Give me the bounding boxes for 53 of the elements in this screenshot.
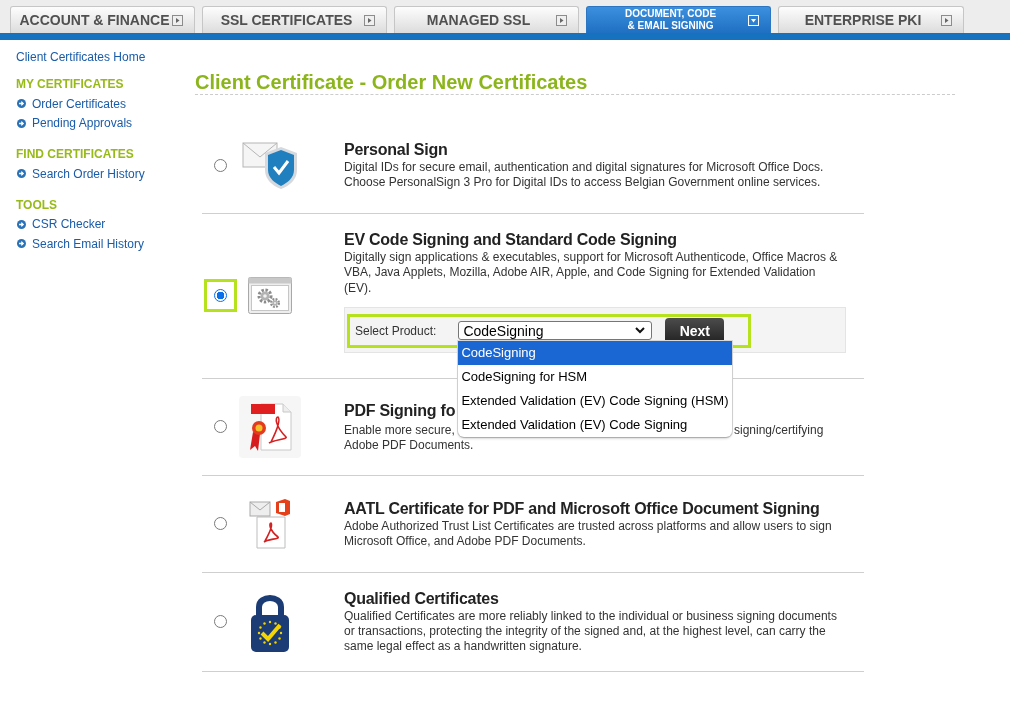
nav-tab[interactable]: DOCUMENT, CODE & EMAIL SIGNING bbox=[586, 6, 771, 33]
radio-button[interactable] bbox=[213, 615, 227, 629]
gear-window-icon bbox=[248, 277, 292, 315]
product-title: AATL Certificate for PDF and Microsoft Office Document Signing bbox=[344, 498, 820, 518]
arrow-circle-icon bbox=[17, 169, 26, 179]
product-title: Personal Sign bbox=[344, 139, 448, 159]
section-heading: MY CERTIFICATES bbox=[16, 76, 124, 93]
product-description: signing/certifying bbox=[734, 422, 824, 438]
envelope-shield-icon bbox=[242, 140, 298, 190]
caret-icon bbox=[172, 14, 183, 26]
product-title: EV Code Signing and Standard Code Signing bbox=[344, 230, 677, 249]
nav-tab[interactable]: SSL CERTIFICATES bbox=[202, 6, 387, 33]
chevron-down-icon bbox=[635, 327, 646, 335]
product-title: Qualified Certificates bbox=[344, 588, 499, 608]
select-label: Select Product: bbox=[355, 323, 437, 338]
radio-button[interactable] bbox=[213, 517, 227, 531]
dropdown-option[interactable]: CodeSigning bbox=[458, 341, 732, 366]
dropdown-option[interactable]: CodeSigning for HSM bbox=[458, 365, 732, 390]
nav-tab[interactable]: MANAGED SSL bbox=[394, 6, 579, 33]
caret-icon bbox=[556, 14, 567, 26]
sidebar-link[interactable]: CSR Checker bbox=[32, 217, 106, 232]
caret-icon bbox=[364, 14, 375, 26]
arrow-circle-icon bbox=[17, 99, 26, 109]
sidebar-link[interactable]: Client Certificates Home bbox=[16, 48, 146, 67]
caret-icon bbox=[941, 14, 952, 26]
arrow-circle-icon bbox=[17, 239, 26, 249]
radio-button[interactable] bbox=[213, 420, 227, 434]
page-title: Client Certificate - Order New Certificates bbox=[195, 70, 588, 94]
dropdown-option[interactable]: Extended Validation (EV) Code Signing (HSM) bbox=[458, 389, 732, 414]
arrow-circle-icon bbox=[17, 118, 26, 128]
section-heading: FIND CERTIFICATES bbox=[16, 146, 134, 163]
radio-button[interactable] bbox=[213, 289, 227, 303]
product-description: Qualified Certificates are more reliably linked to the individual or business signing documents or transactions, protecting the integrity of the signed and, at the highest level, can carry the same legal effect as a handwritten signature. bbox=[344, 608, 838, 655]
nav-tab[interactable]: ENTERPRISE PKI bbox=[778, 6, 964, 33]
caret-icon bbox=[748, 14, 759, 26]
section-heading: TOOLS bbox=[16, 196, 58, 214]
product-title: PDF Signing fo bbox=[344, 400, 456, 420]
sidebar-link[interactable]: Search Email History bbox=[32, 236, 145, 251]
document-envelope-icon bbox=[249, 498, 291, 549]
arrow-circle-icon bbox=[17, 219, 26, 229]
product-description: Adobe PDF Documents. bbox=[344, 437, 474, 453]
sidebar-link[interactable]: Pending Approvals bbox=[32, 116, 133, 131]
sidebar-link[interactable]: Search Order History bbox=[32, 166, 145, 181]
radio-button[interactable] bbox=[213, 158, 227, 172]
product-description: Digitally sign applications & executables, support for Microsoft Authenticode, Office Macros & VBA, Java Applets, Mozilla, Adobe AIR, Apple, and Code Signing for Extended Validation (EV). bbox=[344, 250, 839, 296]
product-description: Digital IDs for secure email, authentication and digital signatures for Microsoft Office Docs. Choose PersonalSign 3 Pro for Digital IDs to access Belgian Government online services. bbox=[344, 159, 825, 191]
product-select[interactable]: CodeSigning bbox=[458, 321, 653, 341]
product-description: Adobe Authorized Trust List Certificates are trusted across platforms and allow users to sign Microsoft Office, and Adobe PDF Documents. bbox=[344, 518, 833, 550]
product-description: Enable more secure, bbox=[344, 422, 455, 438]
pdf-ribbon-icon bbox=[239, 395, 301, 458]
dropdown-option[interactable]: Extended Validation (EV) Code Signing bbox=[458, 413, 732, 438]
nav-tab[interactable]: ACCOUNT & FINANCE bbox=[10, 6, 195, 33]
sidebar-link[interactable]: Order Certificates bbox=[32, 96, 127, 111]
